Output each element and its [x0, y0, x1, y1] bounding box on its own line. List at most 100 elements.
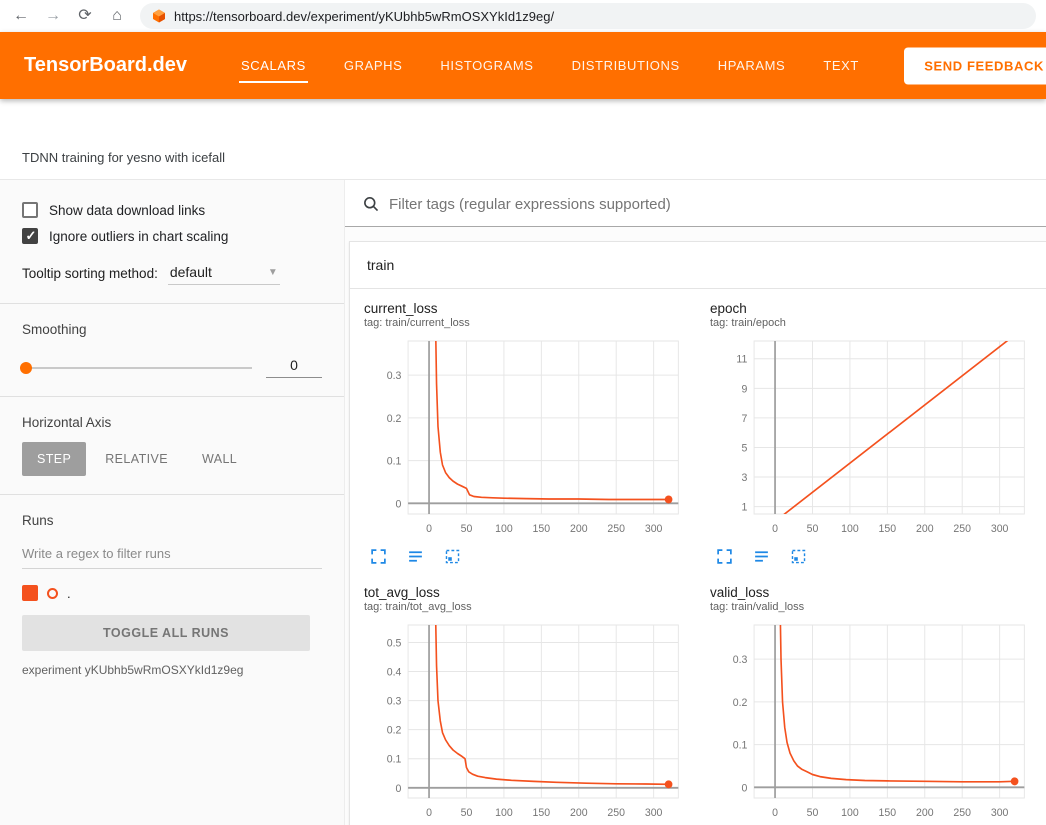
- svg-text:0.1: 0.1: [733, 739, 748, 751]
- smoothing-slider-thumb[interactable]: [20, 362, 32, 374]
- svg-text:0.1: 0.1: [387, 754, 402, 766]
- app-header: TensorBoard.dev SCALARSGRAPHSHISTOGRAMSD…: [0, 32, 1046, 99]
- run-checkbox[interactable]: [22, 585, 38, 601]
- chart-actions: [710, 548, 1032, 565]
- tag-filter[interactable]: Filter tags (regular expressions support…: [345, 180, 1046, 227]
- svg-text:200: 200: [570, 807, 588, 819]
- main-panel: Filter tags (regular expressions support…: [345, 180, 1046, 825]
- tooltip-sorting-select[interactable]: default ▼: [168, 262, 280, 285]
- run-row[interactable]: .: [22, 585, 322, 601]
- axis-option-step[interactable]: STEP: [22, 442, 86, 476]
- smoothing-label: Smoothing: [22, 322, 322, 337]
- svg-text:0: 0: [742, 782, 748, 794]
- runs-filter-input[interactable]: [22, 538, 322, 569]
- chart-card: epoch tag: train/epoch 05010015020025030…: [702, 301, 1040, 565]
- svg-text:100: 100: [841, 523, 859, 535]
- svg-text:0.3: 0.3: [387, 370, 402, 382]
- chart-tag: tag: train/epoch: [710, 317, 1032, 329]
- svg-text:0: 0: [772, 523, 778, 535]
- tab-scalars[interactable]: SCALARS: [239, 48, 308, 83]
- svg-text:200: 200: [916, 807, 934, 819]
- reload-icon[interactable]: ⟳: [76, 8, 94, 24]
- axis-option-wall[interactable]: WALL: [187, 442, 252, 476]
- svg-text:250: 250: [607, 523, 625, 535]
- tooltip-sorting-label: Tooltip sorting method:: [22, 266, 158, 281]
- smoothing-value[interactable]: 0: [266, 357, 322, 378]
- svg-text:250: 250: [953, 807, 971, 819]
- line-chart: 05010015020025030000.10.20.30.40.5: [364, 619, 686, 824]
- chart-tag: tag: train/current_loss: [364, 317, 686, 329]
- chart-actions: [364, 548, 686, 565]
- tooltip-sorting-row: Tooltip sorting method: default ▼: [22, 262, 322, 285]
- run-name: .: [67, 586, 71, 601]
- svg-text:150: 150: [533, 523, 551, 535]
- axis-option-relative[interactable]: RELATIVE: [90, 442, 183, 476]
- svg-text:0.3: 0.3: [387, 695, 402, 707]
- svg-text:200: 200: [916, 523, 934, 535]
- fullscreen-icon[interactable]: [370, 548, 387, 565]
- runs-label: Runs: [22, 513, 322, 528]
- svg-text:300: 300: [991, 807, 1009, 819]
- tab-distributions[interactable]: DISTRIBUTIONS: [570, 48, 682, 83]
- svg-text:0.3: 0.3: [733, 654, 748, 666]
- forward-icon[interactable]: →: [44, 8, 62, 24]
- ignore-outliers-checkbox[interactable]: [22, 228, 38, 244]
- data-series-icon[interactable]: [407, 548, 424, 565]
- svg-text:0.1: 0.1: [387, 455, 402, 467]
- chevron-down-icon: ▼: [268, 267, 278, 278]
- chart-tag: tag: train/tot_avg_loss: [364, 601, 686, 613]
- svg-text:150: 150: [533, 807, 551, 819]
- svg-text:0.5: 0.5: [387, 637, 402, 649]
- browser-toolbar: ← → ⟳ ⌂ https://tensorboard.dev/experime…: [0, 0, 1046, 32]
- experiment-title: TDNN training for yesno with icefall: [22, 150, 225, 165]
- svg-text:0: 0: [396, 783, 402, 795]
- address-bar[interactable]: https://tensorboard.dev/experiment/yKUbh…: [140, 3, 1036, 29]
- data-series-icon[interactable]: [753, 548, 770, 565]
- ignore-outliers-row[interactable]: Ignore outliers in chart scaling: [22, 228, 322, 244]
- nav-tabs: SCALARS GRAPHS HISTOGRAMS DISTRIBUTIONS HPAR…: [239, 32, 861, 99]
- show-download-links-checkbox[interactable]: [22, 202, 38, 218]
- ignore-outliers-label: Ignore outliers in chart scaling: [49, 229, 228, 244]
- tab-histograms[interactable]: HISTOGRAMS: [438, 48, 535, 83]
- fullscreen-icon[interactable]: [716, 548, 733, 565]
- search-icon: [362, 195, 380, 213]
- tag-filter-placeholder: Filter tags (regular expressions support…: [389, 196, 671, 213]
- svg-text:250: 250: [953, 523, 971, 535]
- toggle-all-runs-button[interactable]: TOGGLE ALL RUNS: [22, 615, 310, 651]
- divider: [0, 494, 344, 495]
- content: Show data download links Ignore outliers…: [0, 180, 1046, 825]
- show-download-links-label: Show data download links: [49, 203, 205, 218]
- smoothing-row: 0: [22, 357, 322, 378]
- subheader: TDNN training for yesno with icefall: [0, 99, 1046, 180]
- line-chart: 05010015020025030000.10.20.3: [364, 335, 686, 540]
- chart-title: valid_loss: [710, 585, 1032, 600]
- tab-text[interactable]: TEXT: [821, 48, 861, 83]
- svg-text:0.2: 0.2: [733, 697, 748, 709]
- site-favicon: [152, 9, 166, 23]
- chart-card: tot_avg_loss tag: train/tot_avg_loss 050…: [356, 585, 694, 825]
- svg-text:100: 100: [841, 807, 859, 819]
- svg-text:250: 250: [607, 807, 625, 819]
- back-icon[interactable]: ←: [12, 8, 30, 24]
- section-title: train: [367, 257, 394, 273]
- divider: [0, 396, 344, 397]
- tab-graphs[interactable]: GRAPHS: [342, 48, 405, 83]
- svg-text:3: 3: [742, 472, 748, 484]
- fit-domain-icon[interactable]: [444, 548, 461, 565]
- fit-domain-icon[interactable]: [790, 548, 807, 565]
- show-download-links-row[interactable]: Show data download links: [22, 202, 322, 218]
- run-color-swatch: [47, 588, 58, 599]
- home-icon[interactable]: ⌂: [108, 8, 126, 24]
- svg-text:0: 0: [426, 523, 432, 535]
- smoothing-slider[interactable]: [22, 367, 252, 369]
- send-feedback-button[interactable]: SEND FEEDBACK: [904, 47, 1046, 84]
- section-header-train[interactable]: train: [350, 242, 1046, 289]
- svg-text:0: 0: [772, 807, 778, 819]
- tooltip-sorting-value: default: [170, 264, 212, 280]
- chart-tag: tag: train/valid_loss: [710, 601, 1032, 613]
- svg-text:100: 100: [495, 523, 513, 535]
- svg-text:9: 9: [742, 383, 748, 395]
- svg-text:100: 100: [495, 807, 513, 819]
- tab-hparams[interactable]: HPARAMS: [716, 48, 788, 83]
- charts-grid: current_loss tag: train/current_loss 050…: [350, 289, 1046, 825]
